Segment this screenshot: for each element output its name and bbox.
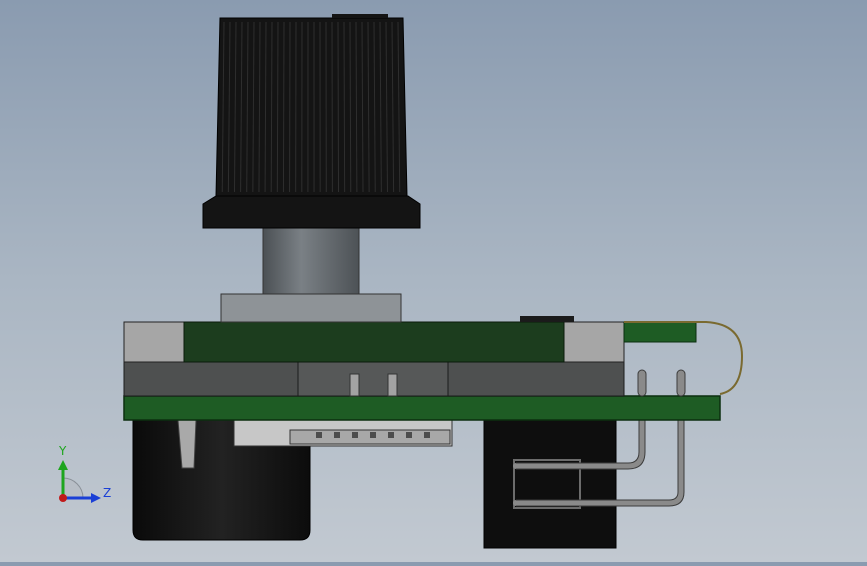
y-axis-label: Y: [58, 444, 67, 458]
z-axis-arrow: [91, 493, 101, 503]
y-axis-arrow: [58, 460, 68, 470]
switch-housing: [124, 362, 624, 396]
cad-viewport[interactable]: Y Z: [0, 0, 867, 562]
coordinate-triad: Y Z: [58, 444, 111, 503]
main-pcb: [124, 396, 720, 420]
pin-header: [234, 420, 452, 446]
triad-plane: [63, 478, 83, 498]
lead-tips: [638, 370, 685, 396]
knurled-knob: [216, 14, 407, 196]
z-axis-label: Z: [103, 486, 111, 500]
model-view: Y Z: [0, 0, 867, 562]
origin-point: [59, 494, 67, 502]
bottom-connector: [484, 420, 616, 548]
knob-base-flange: [203, 196, 420, 228]
shaft: [263, 228, 359, 294]
top-pcb: [124, 316, 696, 362]
shaft-bushing: [221, 294, 401, 322]
